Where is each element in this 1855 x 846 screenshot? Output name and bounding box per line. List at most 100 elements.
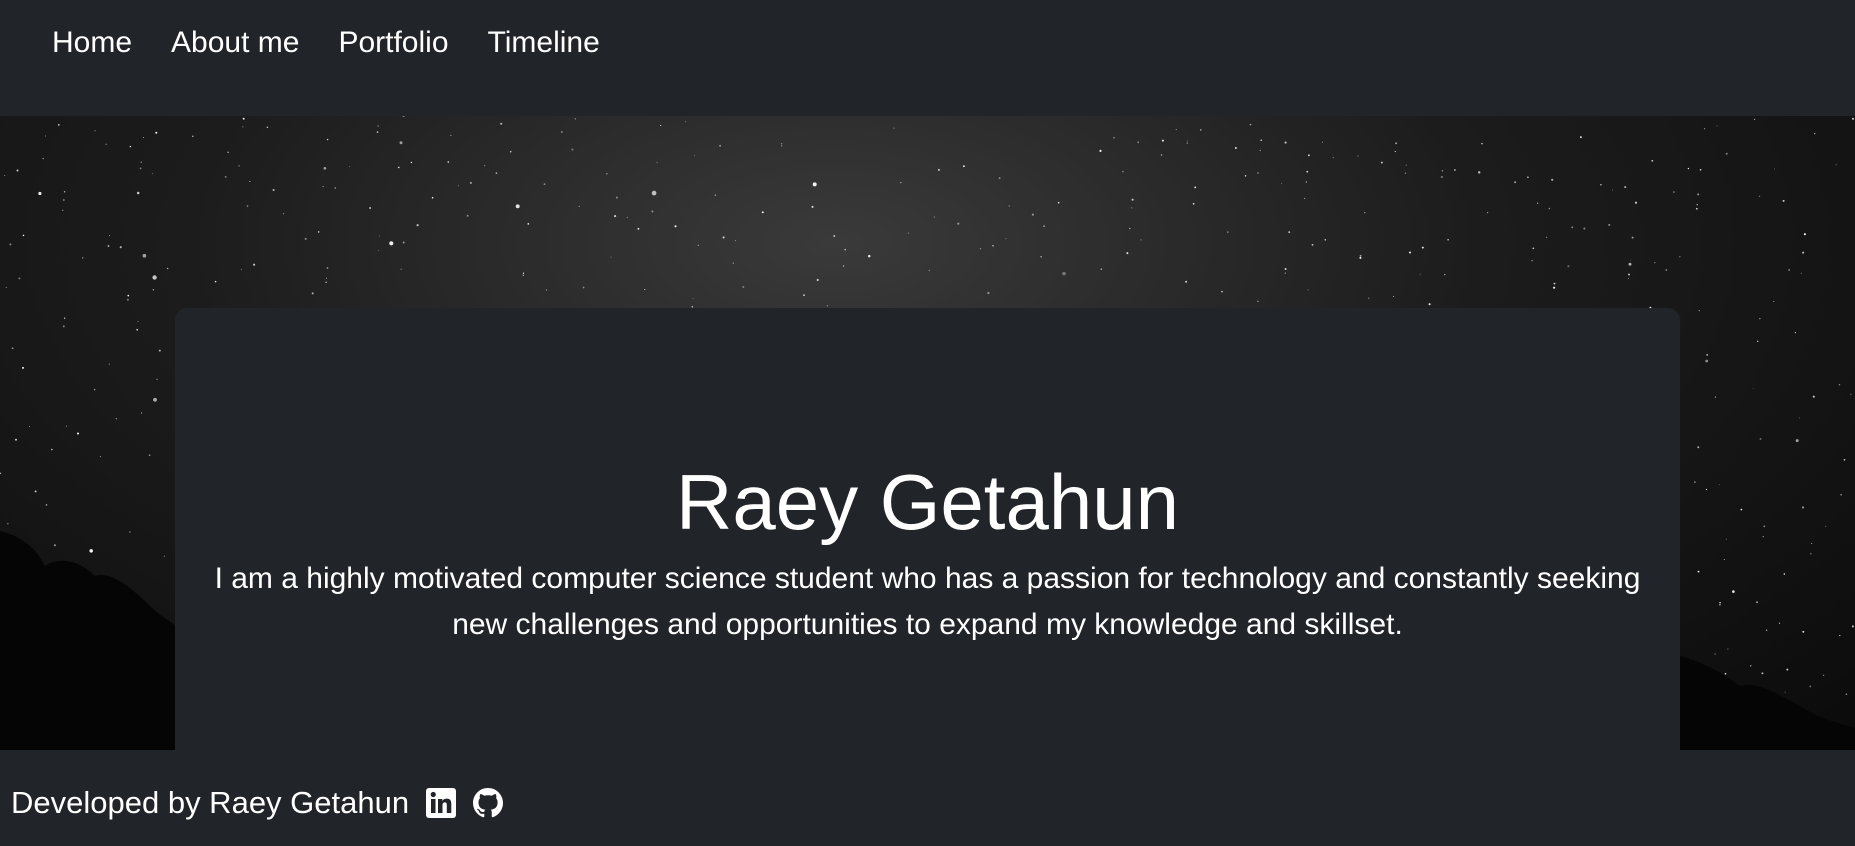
star [979,247,982,250]
linkedin-icon[interactable] [426,788,457,818]
star [142,253,147,258]
star [509,150,512,153]
star [606,173,608,175]
star [377,125,379,127]
star [1716,125,1718,127]
star [1394,151,1396,153]
star [1392,295,1395,297]
star [89,549,93,553]
star [1175,128,1177,131]
star [4,175,6,176]
star [937,168,940,171]
star [1654,261,1656,264]
star [148,454,151,457]
star [1782,199,1785,202]
star [1486,211,1489,214]
star [522,274,525,276]
footer-content: Developed by Raey Getahun [11,782,504,824]
star [1714,396,1716,398]
star [998,177,1001,180]
star [957,222,960,225]
star [1307,289,1309,291]
star [1800,272,1802,274]
star [402,241,405,244]
nav-timeline-link[interactable]: Timeline [488,22,600,64]
star [1288,231,1291,234]
star [62,325,65,328]
star [1732,590,1735,593]
intro-card: Raey Getahun I am a highly motivated com… [175,308,1680,750]
star [1131,198,1134,201]
star [63,317,66,319]
nav-about-link[interactable]: About me [171,22,299,64]
star [155,131,158,134]
star [227,151,229,154]
star [1192,202,1195,205]
github-icon[interactable] [473,788,504,818]
star [1763,525,1766,528]
star [1380,161,1383,164]
star [1324,238,1327,241]
star [1628,278,1630,280]
star [1724,672,1727,675]
star [1567,265,1570,268]
page: Home About me Portfolio Timeline Raey Ge… [0,0,1855,846]
star [105,143,107,145]
star [249,180,251,182]
star [1221,290,1223,293]
star [1305,181,1307,183]
star [1359,256,1362,259]
star [1186,140,1188,142]
nav-portfolio-link[interactable]: Portfolio [338,22,448,64]
star [1706,353,1709,356]
star [304,237,307,240]
star [323,166,327,170]
star [129,145,132,148]
star [402,116,405,118]
star [242,117,245,120]
star [1705,359,1709,363]
star [272,188,275,192]
star [400,268,402,270]
star [1137,141,1140,144]
star [1759,318,1761,320]
star [614,215,617,218]
star [1608,223,1611,226]
star [51,448,53,451]
star [1802,630,1805,633]
star [933,216,936,218]
star [1838,383,1841,386]
star [500,122,503,125]
star [992,245,994,247]
star [93,388,96,391]
star [1548,207,1551,210]
star [325,281,327,283]
star [11,347,14,350]
star [1306,170,1309,173]
star [1723,559,1725,561]
star [137,321,139,322]
star [136,191,140,195]
star [9,243,12,246]
star [1628,273,1630,276]
star [447,161,450,163]
star [484,165,486,167]
star [1696,203,1698,206]
star [1551,178,1554,181]
star [1725,152,1728,155]
star [99,455,102,458]
star [660,124,662,126]
star [653,194,655,196]
star [240,269,242,271]
star [637,227,640,230]
star [1099,149,1102,152]
star [163,555,165,557]
star [326,138,329,141]
star [685,121,687,123]
nav-list: Home About me Portfolio Timeline [52,22,639,64]
star [571,148,574,151]
star [15,438,17,441]
star [1284,267,1287,271]
nav-home-link[interactable]: Home [52,22,132,64]
star [1553,286,1556,289]
